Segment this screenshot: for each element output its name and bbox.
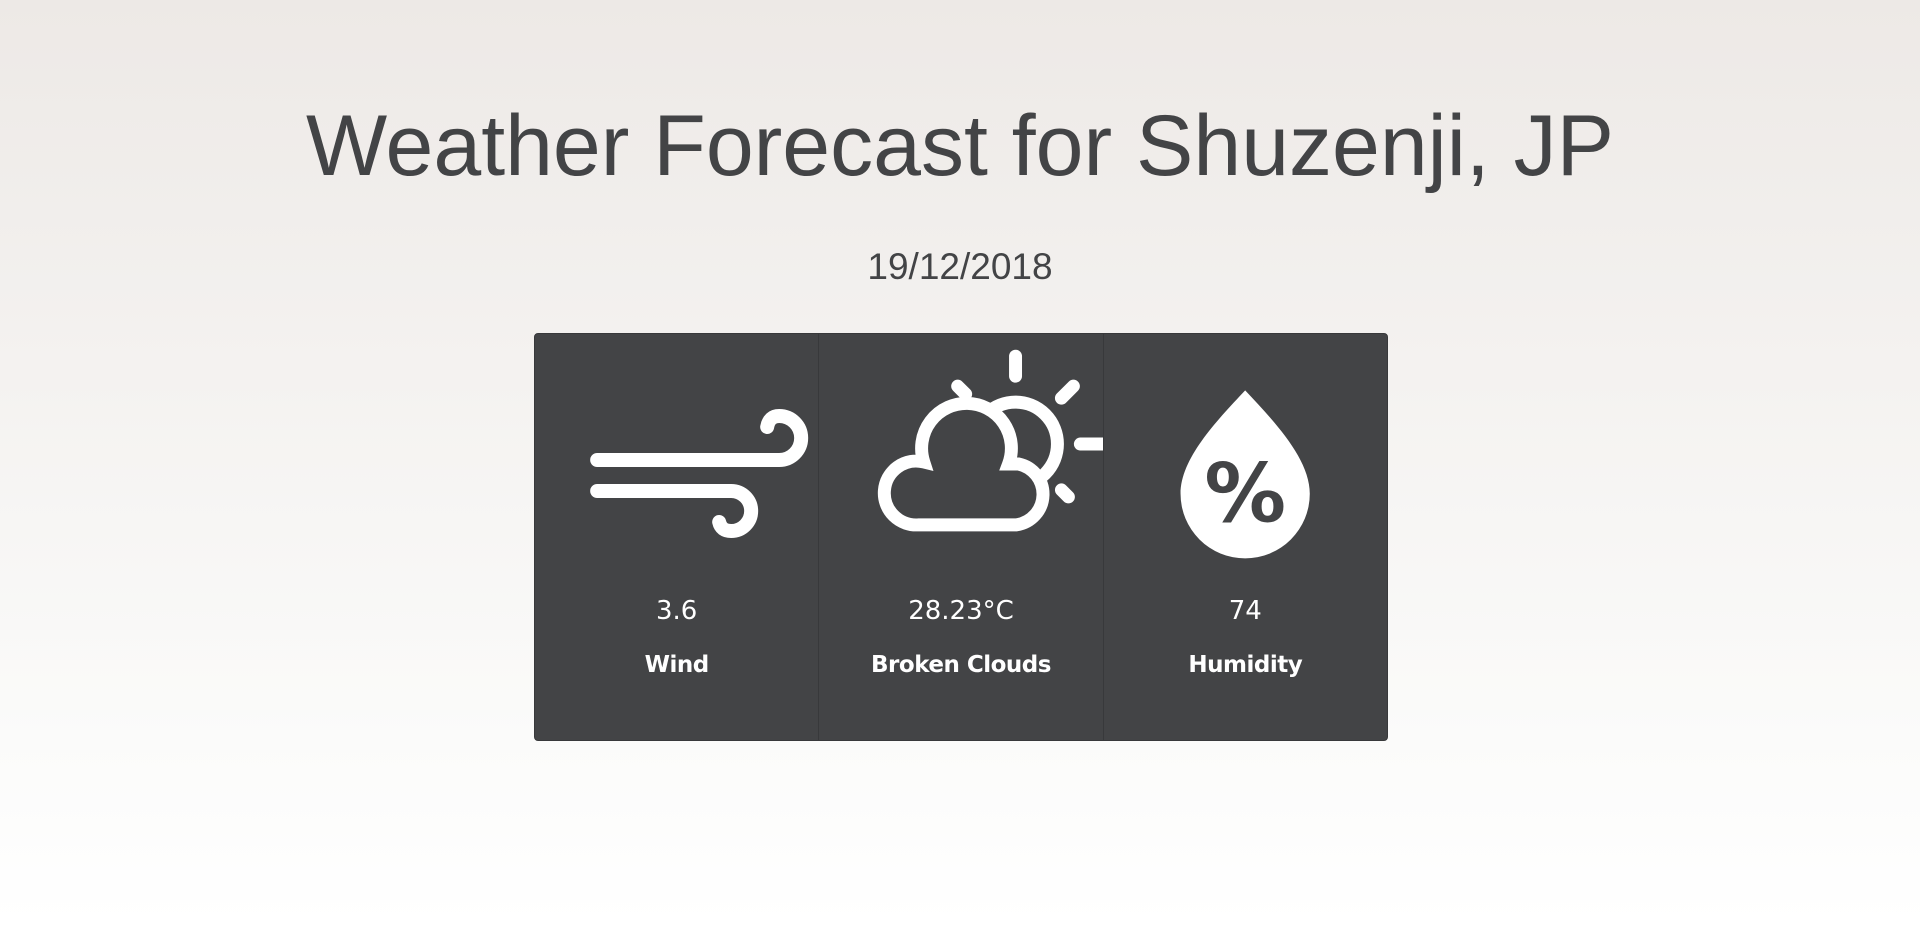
condition-label: Broken Clouds [871, 652, 1051, 678]
condition-panel: 28.23°C Broken Clouds [819, 334, 1104, 740]
humidity-label: Humidity [1188, 652, 1303, 678]
humidity-panel: % 74 Humidity [1104, 334, 1387, 740]
partly-cloudy-icon [878, 349, 1103, 532]
page-title: Weather Forecast for Shuzenji, JP [305, 98, 1615, 194]
forecast-date: 19/12/2018 [867, 246, 1053, 287]
wind-label: Wind [644, 652, 710, 678]
temperature-value: 28.23°C [908, 596, 1014, 626]
humidity-drop-icon: % [1180, 390, 1310, 559]
humidity-value: 74 [1228, 596, 1262, 626]
wind-panel: 3.6 Wind [535, 334, 820, 740]
weather-card: 3.6 Wind 28.23°C Broken Clouds % 74 Humi… [534, 333, 1388, 741]
wind-icon [590, 408, 809, 539]
wind-value: 3.6 [655, 596, 698, 626]
percent-symbol: % [1204, 447, 1286, 542]
